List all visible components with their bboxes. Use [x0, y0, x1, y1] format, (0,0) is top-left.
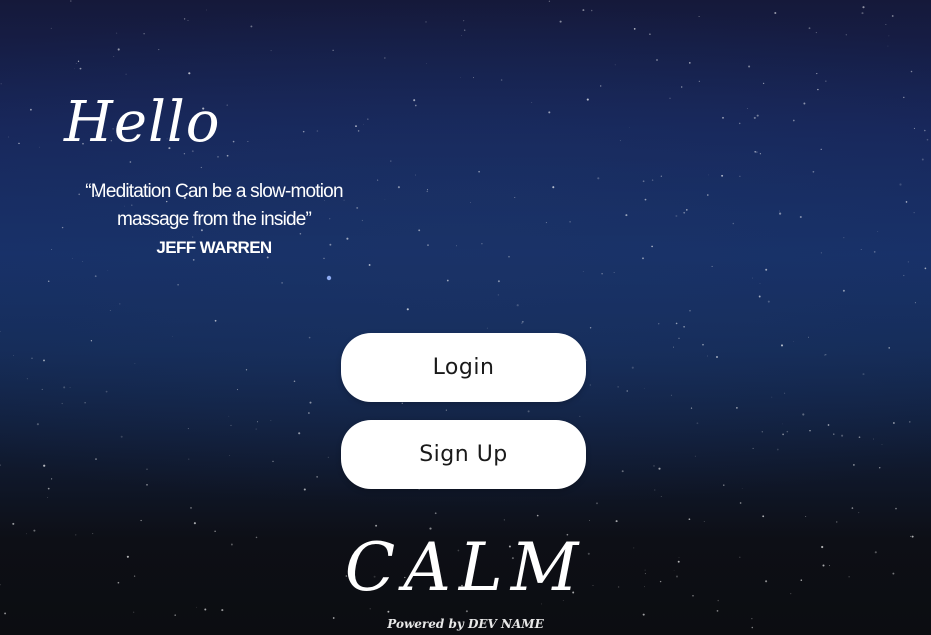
- quote-line-2: massage from the inside”: [116, 209, 312, 230]
- signup-button[interactable]: Sign Up: [341, 420, 586, 489]
- powered-by-text: Powered by DEV NAME: [387, 617, 544, 631]
- quote-block: “Meditation Can be a slow-motion massage…: [64, 178, 364, 262]
- quote-author: JEFF WARREN: [156, 238, 272, 257]
- brand-logo: CALM: [344, 529, 587, 606]
- quote-line-1: “Meditation Can be a slow-motion: [85, 181, 343, 202]
- login-button[interactable]: Login: [341, 333, 586, 402]
- greeting-heading: Hello: [64, 90, 221, 155]
